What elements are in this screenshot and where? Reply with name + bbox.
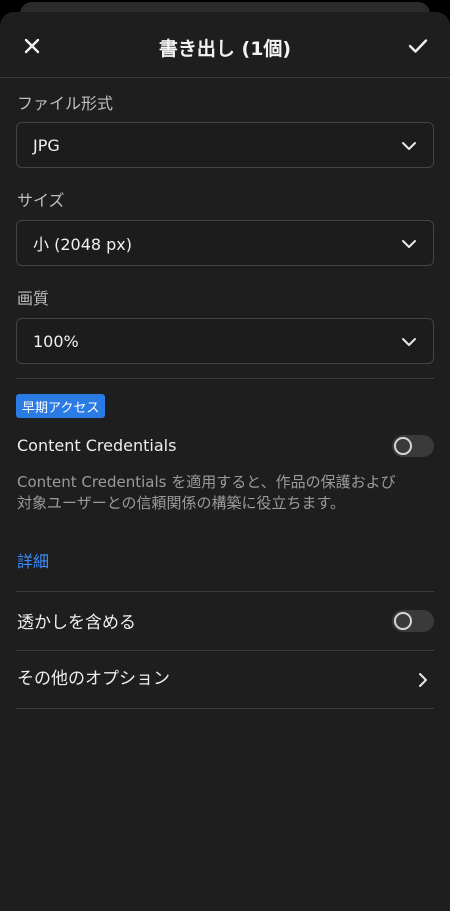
content-credentials-toggle[interactable] (392, 435, 434, 457)
watermark-toggle[interactable] (392, 610, 434, 632)
file-format-value: JPG (33, 135, 60, 155)
confirm-button[interactable] (402, 30, 434, 62)
more-options-row[interactable]: その他のオプション (0, 652, 450, 710)
quality-label: 画質 (17, 289, 50, 308)
toggle-knob (394, 612, 412, 630)
divider (16, 708, 434, 709)
file-format-select[interactable]: JPG (16, 122, 434, 168)
size-value: 小 (2048 px) (33, 235, 133, 254)
file-format-label: ファイル形式 (17, 94, 114, 113)
chevron-down-icon (402, 142, 416, 150)
chevron-down-icon (402, 338, 416, 346)
page-title: 書き出し (1個) (158, 38, 292, 60)
close-button[interactable] (16, 30, 48, 62)
toggle-knob (394, 437, 412, 455)
checkmark-icon (408, 39, 428, 53)
close-icon (24, 38, 40, 54)
size-label: サイズ (17, 191, 65, 210)
export-sheet: 書き出し (1個) ファイル形式 JPG サイズ 小 (2048 px) 画質 … (0, 12, 450, 911)
chevron-down-icon (402, 240, 416, 248)
details-link[interactable]: 詳細 (17, 548, 49, 572)
divider (16, 378, 434, 379)
divider (16, 650, 434, 651)
size-select[interactable]: 小 (2048 px) (16, 220, 434, 266)
content-credentials-label: Content Credentials (17, 436, 177, 455)
more-options-label: その他のオプション (17, 669, 170, 689)
content-credentials-description: Content Credentials を適用すると、作品の保護および対象ユーザ… (17, 473, 396, 512)
early-access-badge: 早期アクセス (16, 394, 106, 418)
watermark-label: 透かしを含める (17, 613, 136, 633)
quality-select[interactable]: 100% (16, 318, 434, 364)
quality-value: 100% (33, 331, 79, 351)
chevron-right-icon (419, 673, 427, 687)
header: 書き出し (1個) (0, 12, 450, 78)
divider (16, 591, 434, 592)
